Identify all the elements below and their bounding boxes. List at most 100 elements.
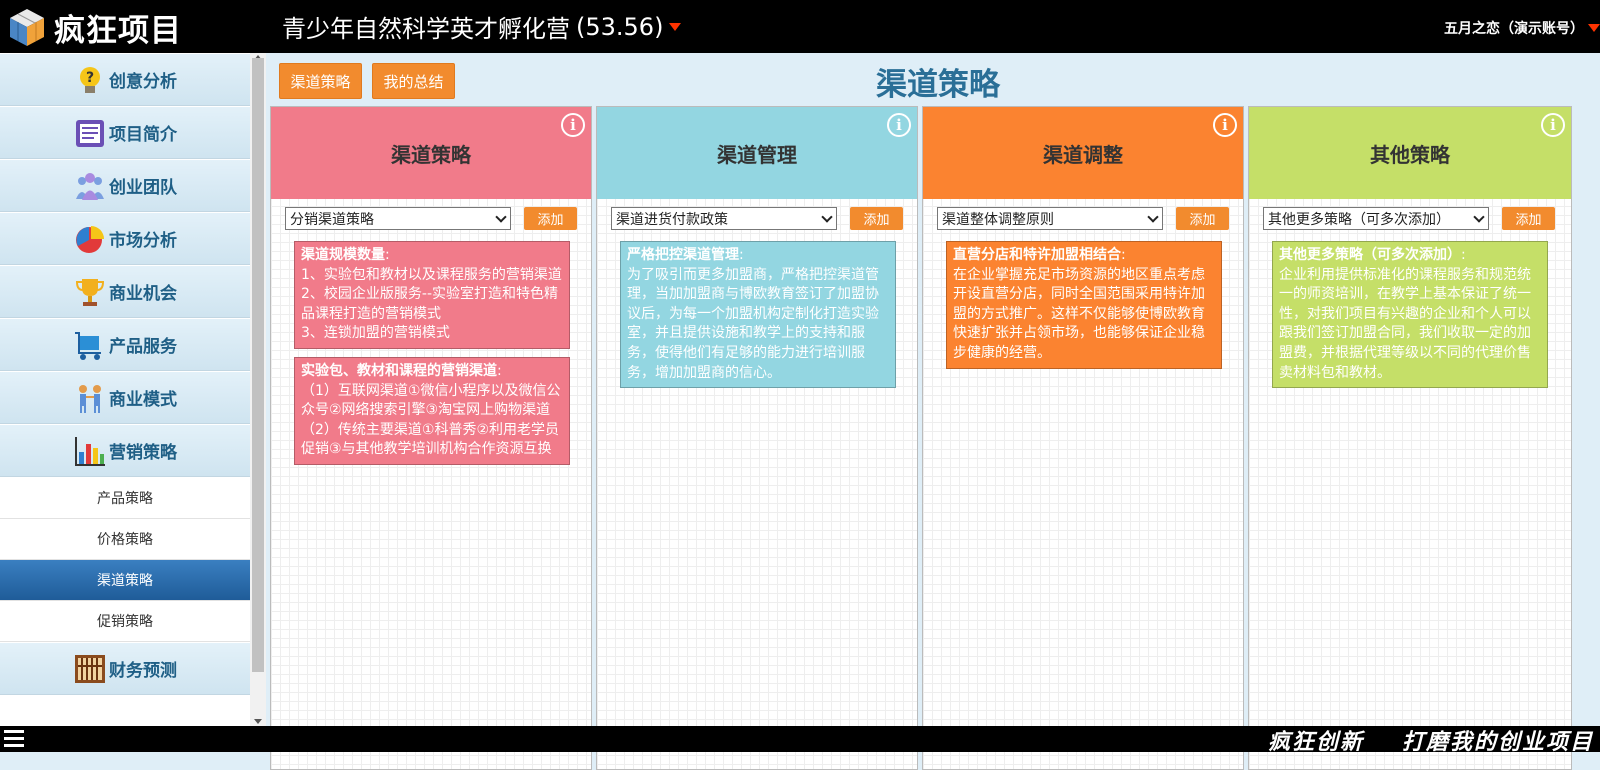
select-value: 分销渠道策略 bbox=[290, 211, 374, 228]
strategy-card[interactable]: 实验包、教材和课程的营销渠道: （1）互联网渠道①微信小程序以及微信公众号②网络搜… bbox=[294, 356, 570, 465]
card-separator: : bbox=[497, 362, 502, 379]
abacus-icon bbox=[73, 652, 107, 686]
hamburger-menu-icon[interactable] bbox=[4, 730, 24, 748]
sidebar-item-label: 营销策略 bbox=[109, 443, 177, 463]
trophy-icon bbox=[73, 275, 107, 309]
column-header: 渠道调整 i bbox=[923, 107, 1243, 199]
add-button[interactable]: 添加 bbox=[850, 207, 903, 230]
slogan-left: 疯狂创新 bbox=[1267, 730, 1364, 755]
strategy-select[interactable]: 分销渠道策略 bbox=[285, 207, 511, 230]
info-icon[interactable]: i bbox=[1541, 113, 1565, 137]
scrollbar-thumb[interactable] bbox=[252, 58, 264, 672]
caret-down-icon bbox=[669, 22, 682, 31]
card-body: 在企业掌握充足市场资源的地区重点考虑开设直营分店，同时全国范围采用特许加盟的方式… bbox=[953, 266, 1205, 361]
svg-text:?: ? bbox=[86, 70, 94, 86]
logo-text: 疯狂项目 bbox=[54, 12, 182, 49]
add-button[interactable]: 添加 bbox=[1176, 207, 1229, 230]
card-separator: : bbox=[739, 247, 744, 263]
card-body: （1）互联网渠道①微信小程序以及微信公众号②网络搜索引擎③淘宝网上购物渠道（2）… bbox=[301, 382, 561, 458]
sidebar-item-product[interactable]: 产品服务 bbox=[0, 319, 250, 371]
column-channel-strategy: 渠道策略 i 分销渠道策略 添加 渠道规模数量: 1、实验包和教材以及课程服务的营… bbox=[270, 106, 592, 770]
logo-cube-icon bbox=[6, 6, 48, 48]
project-selector[interactable]: 青少年自然科学英才孵化营 (53.56) bbox=[282, 9, 682, 44]
lightbulb-question-icon: ? bbox=[73, 63, 107, 97]
my-summary-button[interactable]: 我的总结 bbox=[372, 63, 455, 99]
user-menu[interactable]: 五月之恋（演示账号） bbox=[1444, 18, 1600, 38]
page-title: 渠道策略 bbox=[876, 67, 1000, 103]
sidebar-sub-product-strategy[interactable]: 产品策略 bbox=[0, 478, 250, 519]
slogan-right: 打磨我的创业项目 bbox=[1401, 730, 1594, 755]
sidebar-sub-channel-strategy[interactable]: 渠道策略 bbox=[0, 560, 250, 601]
sidebar-item-model[interactable]: 商业模式 bbox=[0, 372, 250, 424]
sidebar-item-idea[interactable]: ? 创意分析 bbox=[0, 54, 250, 106]
sidebar-item-opportunity[interactable]: 商业机会 bbox=[0, 266, 250, 318]
sidebar-item-team[interactable]: 创业团队 bbox=[0, 160, 250, 212]
top-bar: 疯狂项目 青少年自然科学英才孵化营 (53.56) 五月之恋（演示账号） bbox=[0, 0, 1600, 53]
user-name: 五月之恋（演示账号） bbox=[1444, 21, 1584, 37]
people-icon bbox=[73, 381, 107, 415]
card-heading: 实验包、教材和课程的营销渠道 bbox=[301, 362, 497, 379]
main-content: 渠道策略 我的总结 渠道策略 渠道策略 i 分销渠道策略 添加 渠道规模数量: 1… bbox=[266, 53, 1600, 770]
column-header: 渠道管理 i bbox=[597, 107, 917, 199]
strategy-card[interactable]: 其他更多策略（可多次添加）: 企业利用提供标准化的课程服务和规范统一的师资培训，在… bbox=[1272, 241, 1548, 389]
sidebar-item-label: 项目简介 bbox=[109, 125, 177, 145]
strategy-select[interactable]: 其他更多策略（可多次添加） bbox=[1263, 207, 1489, 230]
sidebar-item-label: 创业团队 bbox=[109, 178, 177, 198]
column-header: 渠道策略 i bbox=[271, 107, 591, 199]
slogan: 疯狂创新 打磨我的创业项目 bbox=[1268, 724, 1594, 756]
bar-chart-icon bbox=[73, 434, 107, 468]
add-button[interactable]: 添加 bbox=[1502, 207, 1555, 230]
sidebar-item-label: 商业模式 bbox=[109, 390, 177, 410]
column-channel-adjustment: 渠道调整 i 渠道整体调整原则 添加 直营分店和特许加盟相结合: 在企业掌握充足市… bbox=[922, 106, 1244, 770]
card-heading: 其他更多策略（可多次添加） bbox=[1279, 247, 1461, 263]
project-score: (53.56) bbox=[576, 12, 664, 41]
bottom-bar: 疯狂创新 打磨我的创业项目 bbox=[0, 726, 1600, 755]
info-icon[interactable]: i bbox=[887, 113, 911, 137]
sidebar-sub-price-strategy[interactable]: 价格策略 bbox=[0, 519, 250, 560]
card-heading: 渠道规模数量 bbox=[301, 247, 385, 263]
column-title: 渠道管理 bbox=[717, 142, 797, 167]
sidebar-item-label: 创意分析 bbox=[109, 72, 177, 92]
card-body: 1、实验包和教材以及课程服务的营销渠道 2、校园企业版服务--实验室打造和特色精… bbox=[301, 266, 562, 342]
sidebar-item-marketing[interactable]: 营销策略 bbox=[0, 425, 250, 477]
sidebar-scrollbar[interactable] bbox=[250, 53, 266, 726]
info-icon[interactable]: i bbox=[561, 113, 585, 137]
document-icon bbox=[73, 116, 107, 150]
chevron-down-icon bbox=[1147, 211, 1159, 223]
chevron-down-icon bbox=[821, 211, 833, 223]
scroll-down-icon[interactable] bbox=[254, 719, 262, 724]
sidebar-item-finance[interactable]: 财务预测 bbox=[0, 643, 250, 695]
sidebar-item-intro[interactable]: 项目简介 bbox=[0, 107, 250, 159]
column-title: 渠道策略 bbox=[391, 142, 471, 167]
add-button[interactable]: 添加 bbox=[524, 207, 577, 230]
sidebar-item-label: 财务预测 bbox=[109, 661, 177, 681]
card-heading: 严格把控渠道管理 bbox=[627, 247, 739, 263]
strategy-card[interactable]: 渠道规模数量: 1、实验包和教材以及课程服务的营销渠道 2、校园企业版服务--实验… bbox=[294, 241, 570, 349]
column-channel-management: 渠道管理 i 渠道进货付款政策 添加 严格把控渠道管理: 为了吸引而更多加盟商，严… bbox=[596, 106, 918, 770]
card-heading: 直营分店和特许加盟相结合 bbox=[953, 247, 1121, 263]
strategy-card[interactable]: 直营分店和特许加盟相结合: 在企业掌握充足市场资源的地区重点考虑开设直营分店，同时… bbox=[946, 241, 1222, 369]
column-title: 其他策略 bbox=[1370, 142, 1450, 167]
project-title: 青少年自然科学英才孵化营 bbox=[282, 15, 570, 43]
channel-strategy-button[interactable]: 渠道策略 bbox=[279, 63, 362, 99]
card-separator: : bbox=[1461, 247, 1466, 263]
team-icon bbox=[73, 169, 107, 203]
chevron-down-icon bbox=[1473, 211, 1485, 223]
sidebar-item-label: 商业机会 bbox=[109, 284, 177, 304]
sidebar: ? 创意分析 项目简介 创业团队 市场分析 商业机会 产品服务 商业模式 营销策… bbox=[0, 53, 250, 726]
strategy-select[interactable]: 渠道整体调整原则 bbox=[937, 207, 1163, 230]
cart-icon bbox=[73, 328, 107, 362]
pie-chart-icon bbox=[73, 222, 107, 256]
column-title: 渠道调整 bbox=[1043, 142, 1123, 167]
select-value: 渠道整体调整原则 bbox=[942, 211, 1054, 228]
sidebar-item-market[interactable]: 市场分析 bbox=[0, 213, 250, 265]
sidebar-sub-promotion-strategy[interactable]: 促销策略 bbox=[0, 601, 250, 642]
chevron-down-icon bbox=[495, 211, 507, 223]
column-other-strategy: 其他策略 i 其他更多策略（可多次添加） 添加 其他更多策略（可多次添加）: 企业… bbox=[1248, 106, 1572, 770]
info-icon[interactable]: i bbox=[1213, 113, 1237, 137]
column-header: 其他策略 i bbox=[1249, 107, 1571, 199]
strategy-card[interactable]: 严格把控渠道管理: 为了吸引而更多加盟商，严格把控渠道管理，当加加盟商与博欧教育签… bbox=[620, 241, 896, 389]
card-body: 为了吸引而更多加盟商，严格把控渠道管理，当加加盟商与博欧教育签订了加盟协议后，为… bbox=[627, 266, 879, 381]
logo[interactable]: 疯狂项目 bbox=[6, 5, 182, 49]
strategy-select[interactable]: 渠道进货付款政策 bbox=[611, 207, 837, 230]
